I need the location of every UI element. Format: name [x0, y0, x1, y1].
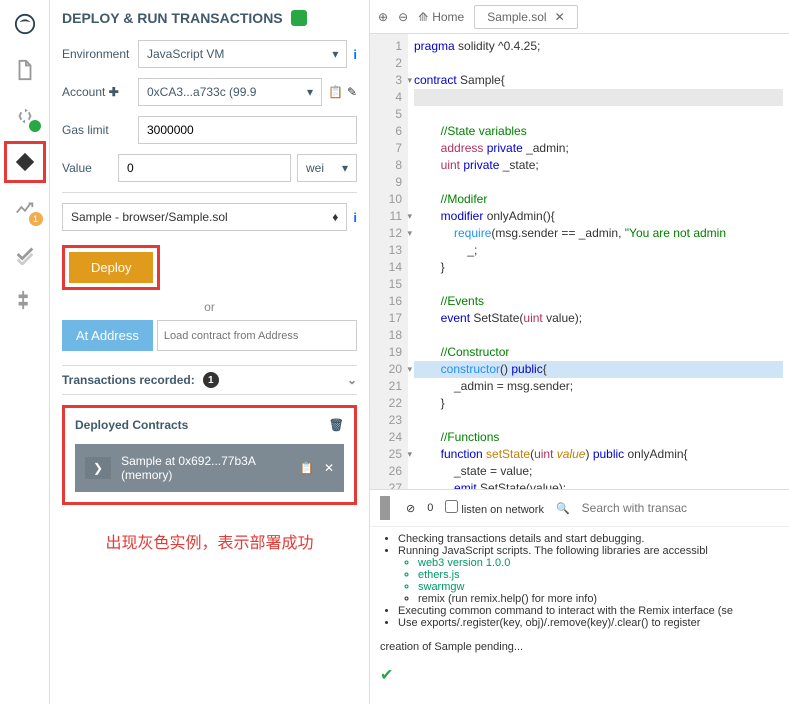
- add-account-icon[interactable]: ✚: [109, 85, 119, 99]
- analysis-icon[interactable]: 1: [11, 194, 39, 222]
- home-icon: ⟰: [418, 10, 428, 24]
- trash-icon[interactable]: 🗑: [329, 418, 344, 432]
- edit-account-icon[interactable]: ✎: [347, 85, 357, 99]
- file-tab[interactable]: Sample.sol✕: [474, 5, 577, 29]
- term-clear-icon[interactable]: ⊘: [406, 502, 415, 515]
- deployed-highlight: Deployed Contracts 🗑 ❯ Sample at 0x692..…: [62, 405, 357, 505]
- copy-instance-icon[interactable]: 📋: [299, 461, 314, 475]
- main-area: ⊕ ⊖ ⟰ Home Sample.sol✕ 12345678910111213…: [370, 0, 789, 704]
- instance-expand-icon[interactable]: ❯: [85, 457, 111, 479]
- value-unit-select[interactable]: wei▾: [297, 154, 357, 182]
- panel-title: DEPLOY & RUN TRANSACTIONS: [62, 10, 283, 26]
- contract-select[interactable]: Sample - browser/Sample.sol♦: [62, 203, 347, 231]
- deploy-icon[interactable]: [11, 148, 39, 176]
- deploy-highlight: Deploy: [62, 245, 160, 290]
- close-tab-icon[interactable]: ✕: [555, 10, 565, 24]
- code-content[interactable]: pragma solidity ^0.4.25; contract Sample…: [408, 34, 789, 489]
- copy-account-icon[interactable]: 📋: [328, 85, 343, 99]
- left-iconbar: 1: [0, 0, 50, 704]
- zoom-in-icon[interactable]: ⊕: [378, 10, 388, 24]
- deploy-panel: DEPLOY & RUN TRANSACTIONS Environment Ja…: [50, 0, 370, 704]
- deployed-instance[interactable]: ❯ Sample at 0x692...77b3A (memory) 📋 ✕: [75, 444, 344, 492]
- at-address-button[interactable]: At Address: [62, 320, 153, 351]
- deploy-button[interactable]: Deploy: [69, 252, 153, 283]
- term-success-icon: ✔: [380, 667, 393, 684]
- account-select[interactable]: 0xCA3...a733c (99.9▾: [138, 78, 322, 106]
- gaslimit-input[interactable]: [138, 116, 357, 144]
- line-gutter: 1234567891011121314151617181920212223242…: [370, 34, 408, 489]
- close-instance-icon[interactable]: ✕: [324, 461, 334, 475]
- account-label: Account ✚: [62, 85, 132, 99]
- compile-ok-badge: [29, 120, 41, 132]
- env-info-icon[interactable]: i: [353, 47, 357, 62]
- term-search-icon[interactable]: 🔍: [556, 502, 570, 515]
- compiler-icon[interactable]: [11, 102, 39, 130]
- gaslimit-label: Gas limit: [62, 123, 132, 137]
- remix-logo-icon[interactable]: [11, 10, 39, 38]
- terminal: ⊘ 0 listen on network 🔍 Checking transac…: [370, 489, 789, 704]
- tx-expand-icon[interactable]: ⌄: [347, 373, 357, 387]
- value-label: Value: [62, 161, 112, 175]
- analysis-badge: 1: [29, 212, 43, 226]
- at-address-input[interactable]: [157, 320, 357, 351]
- term-pending: creation of Sample pending...: [380, 641, 779, 653]
- home-breadcrumb[interactable]: ⟰ Home: [418, 10, 464, 24]
- terminal-output[interactable]: Checking transactions details and start …: [370, 527, 789, 691]
- code-editor[interactable]: 1234567891011121314151617181920212223242…: [370, 34, 789, 489]
- contract-info-icon[interactable]: i: [353, 210, 357, 225]
- plugin-icon[interactable]: [11, 286, 39, 314]
- env-select[interactable]: JavaScript VM▾: [138, 40, 347, 68]
- editor-toolbar: ⊕ ⊖ ⟰ Home Sample.sol✕: [370, 0, 789, 34]
- tx-count: 1: [203, 372, 219, 388]
- or-label: or: [62, 300, 357, 314]
- value-input[interactable]: [118, 154, 291, 182]
- deployed-label: Deployed Contracts: [75, 418, 188, 432]
- env-label: Environment: [62, 47, 132, 61]
- annotation-text: 出现灰色实例，表示部署成功: [62, 529, 357, 553]
- file-explorer-icon[interactable]: [11, 56, 39, 84]
- zoom-out-icon[interactable]: ⊖: [398, 10, 408, 24]
- term-drag-handle[interactable]: [380, 496, 390, 520]
- instance-label: Sample at 0x692...77b3A (memory): [121, 454, 289, 482]
- term-search-input[interactable]: [582, 501, 779, 515]
- term-pending-count: 0: [427, 502, 433, 514]
- listen-checkbox[interactable]: listen on network: [445, 500, 544, 516]
- test-icon[interactable]: [11, 240, 39, 268]
- tx-recorded-label: Transactions recorded:: [62, 373, 195, 387]
- panel-status-icon: [291, 10, 307, 26]
